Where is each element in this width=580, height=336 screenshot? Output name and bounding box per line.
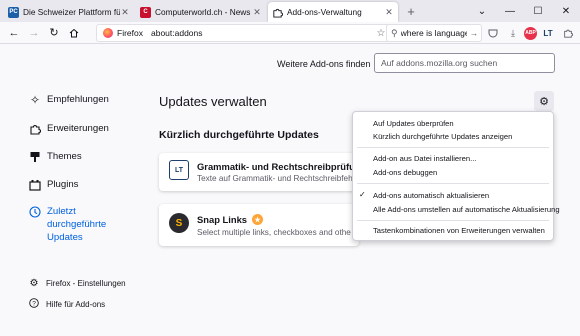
tools-menu: Auf Updates überprüfen Kürzlich durchgef… bbox=[352, 111, 560, 241]
plugin-icon bbox=[28, 178, 42, 192]
close-tab-icon[interactable]: ✕ bbox=[384, 7, 394, 18]
firefox-settings-link[interactable]: ⚙ Firefox - Einstellungen bbox=[28, 278, 126, 289]
pctipp-favicon-icon: PC bbox=[8, 6, 19, 18]
checkmark-icon: ✓ bbox=[359, 190, 366, 199]
svg-text:?: ? bbox=[32, 300, 36, 307]
addon-name[interactable]: Grammatik- und Rechtschreibprüfun bbox=[197, 161, 359, 172]
sidebar-item-label: Themes bbox=[47, 151, 82, 162]
sidebar-item-themes[interactable]: Themes bbox=[28, 150, 82, 164]
help-icon: ? bbox=[28, 298, 40, 311]
addon-description: Texte auf Grammatik- und Rechtschreibfeh bbox=[197, 174, 353, 183]
update-clock-icon bbox=[28, 205, 42, 219]
tab-label: Add-ons-Verwaltung bbox=[287, 7, 362, 17]
search-icon: ⚲ bbox=[391, 27, 398, 38]
sidebar-item-plugins[interactable]: Plugins bbox=[28, 178, 78, 192]
addon-card-snap-links[interactable]: S Snap Links ★ Select multiple links, ch… bbox=[159, 204, 359, 246]
menu-item-reset-all-auto-update[interactable]: Alle Add-ons umstellen auf automatische … bbox=[373, 205, 560, 214]
nav-toolbar: ← → ↻ Firefox about:addons ☆ ⚲ where is … bbox=[0, 22, 580, 44]
chevron-down-icon[interactable]: ⌄ bbox=[468, 0, 496, 22]
footer-label: Hilfe für Add-ons bbox=[46, 300, 106, 309]
search-bar[interactable]: ⚲ where is language → bbox=[386, 24, 482, 42]
window-controls: ⌄ — ☐ ✕ bbox=[468, 0, 580, 22]
addon-description: Select multiple links, checkboxes and ot… bbox=[197, 228, 351, 237]
addon-name[interactable]: Snap Links ★ bbox=[197, 214, 264, 225]
snap-links-icon: S bbox=[169, 213, 189, 233]
tab-computerworld[interactable]: C Computerworld.ch - News und ✕ bbox=[136, 2, 266, 22]
close-tab-icon[interactable]: ✕ bbox=[252, 7, 262, 18]
sidebar-item-erweiterungen[interactable]: Erweiterungen bbox=[28, 122, 109, 136]
menu-item-debug-addons[interactable]: Add-ons debuggen bbox=[373, 168, 437, 177]
paintbrush-icon bbox=[28, 150, 42, 164]
addons-help-link[interactable]: ? Hilfe für Add-ons bbox=[28, 298, 105, 311]
url-text[interactable]: about:addons bbox=[151, 28, 371, 38]
extensions-puzzle-icon[interactable] bbox=[559, 24, 577, 42]
sidebar-item-label: Erweiterungen bbox=[47, 123, 109, 134]
sidebar: ✧ Empfehlungen Erweiterungen Themes Plug… bbox=[0, 45, 140, 336]
close-window-icon[interactable]: ✕ bbox=[552, 0, 580, 22]
identity-label: Firefox bbox=[117, 28, 143, 38]
tab-label: Die Schweizer Plattform für Co bbox=[23, 7, 120, 17]
sidebar-item-label: Empfehlungen bbox=[47, 94, 109, 105]
menu-item-install-from-file[interactable]: Add-on aus Datei installieren... bbox=[373, 154, 476, 163]
section-title: Kürzlich durchgeführte Updates bbox=[159, 129, 319, 141]
menu-item-manage-shortcuts[interactable]: Tastenkombinationen von Erweiterungen ve… bbox=[373, 226, 545, 235]
puzzle-icon bbox=[28, 122, 42, 136]
menu-separator bbox=[357, 183, 549, 184]
tools-gear-button[interactable]: ⚙ bbox=[534, 91, 554, 111]
new-tab-button[interactable]: + bbox=[402, 2, 420, 20]
footer-label: Firefox - Einstellungen bbox=[46, 279, 126, 288]
computerworld-favicon-icon: C bbox=[140, 6, 151, 18]
close-tab-icon[interactable]: ✕ bbox=[120, 7, 130, 18]
maximize-icon[interactable]: ☐ bbox=[524, 0, 552, 22]
adblock-plus-icon[interactable]: ABP bbox=[524, 26, 537, 40]
menu-separator bbox=[357, 220, 549, 221]
puzzle-icon bbox=[272, 7, 283, 18]
back-icon[interactable]: ← bbox=[4, 23, 24, 43]
extension-buttons: ⤓ ABP LT ≡ bbox=[484, 24, 580, 42]
tab-addons-manager[interactable]: Add-ons-Verwaltung ✕ bbox=[268, 2, 398, 22]
forward-icon[interactable]: → bbox=[24, 23, 44, 43]
pocket-icon[interactable] bbox=[484, 24, 502, 42]
recommended-badge-icon: ★ bbox=[252, 214, 264, 225]
menu-item-check-updates[interactable]: Auf Updates überprüfen bbox=[373, 119, 454, 128]
languagetool-icon[interactable]: LT bbox=[539, 24, 557, 42]
download-icon[interactable]: ⤓ bbox=[504, 24, 522, 42]
home-icon[interactable] bbox=[64, 23, 84, 43]
url-bar[interactable]: Firefox about:addons ☆ bbox=[96, 24, 392, 42]
amo-search-input[interactable]: Auf addons.mozilla.org suchen bbox=[374, 53, 555, 73]
gear-icon: ⚙ bbox=[539, 95, 549, 108]
addon-card-grammatik[interactable]: LT Grammatik- und Rechtschreibprüfun Tex… bbox=[159, 153, 359, 191]
find-more-label: Weitere Add-ons finden bbox=[277, 59, 371, 69]
tab-schweizer-plattform[interactable]: PC Die Schweizer Plattform für Co ✕ bbox=[4, 2, 134, 22]
menu-separator bbox=[357, 147, 549, 148]
gear-icon: ⚙ bbox=[29, 278, 39, 289]
minimize-icon[interactable]: — bbox=[496, 0, 524, 22]
page-title: Updates verwalten bbox=[159, 94, 267, 109]
reload-icon[interactable]: ↻ bbox=[44, 23, 64, 43]
menu-item-show-recent-updates[interactable]: Kürzlich durchgeführte Updates anzeigen bbox=[373, 132, 512, 141]
tab-label: Computerworld.ch - News und bbox=[155, 7, 252, 17]
menu-item-auto-update[interactable]: Add-ons automatisch aktualisieren bbox=[373, 191, 489, 200]
sidebar-item-recent-updates[interactable]: Zuletzt durchgeführte Updates bbox=[28, 205, 119, 244]
search-input[interactable]: where is language bbox=[401, 28, 467, 38]
firefox-logo-icon bbox=[103, 28, 113, 38]
sidebar-item-empfehlungen[interactable]: ✧ Empfehlungen bbox=[28, 93, 109, 107]
sparkle-icon: ✧ bbox=[29, 93, 41, 107]
sidebar-item-label: Zuletzt durchgeführte Updates bbox=[47, 206, 107, 243]
languagetool-icon: LT bbox=[169, 160, 189, 180]
sidebar-item-label: Plugins bbox=[47, 179, 79, 190]
search-go-icon[interactable]: → bbox=[467, 28, 481, 38]
tab-strip: PC Die Schweizer Plattform für Co ✕ C Co… bbox=[0, 0, 580, 22]
